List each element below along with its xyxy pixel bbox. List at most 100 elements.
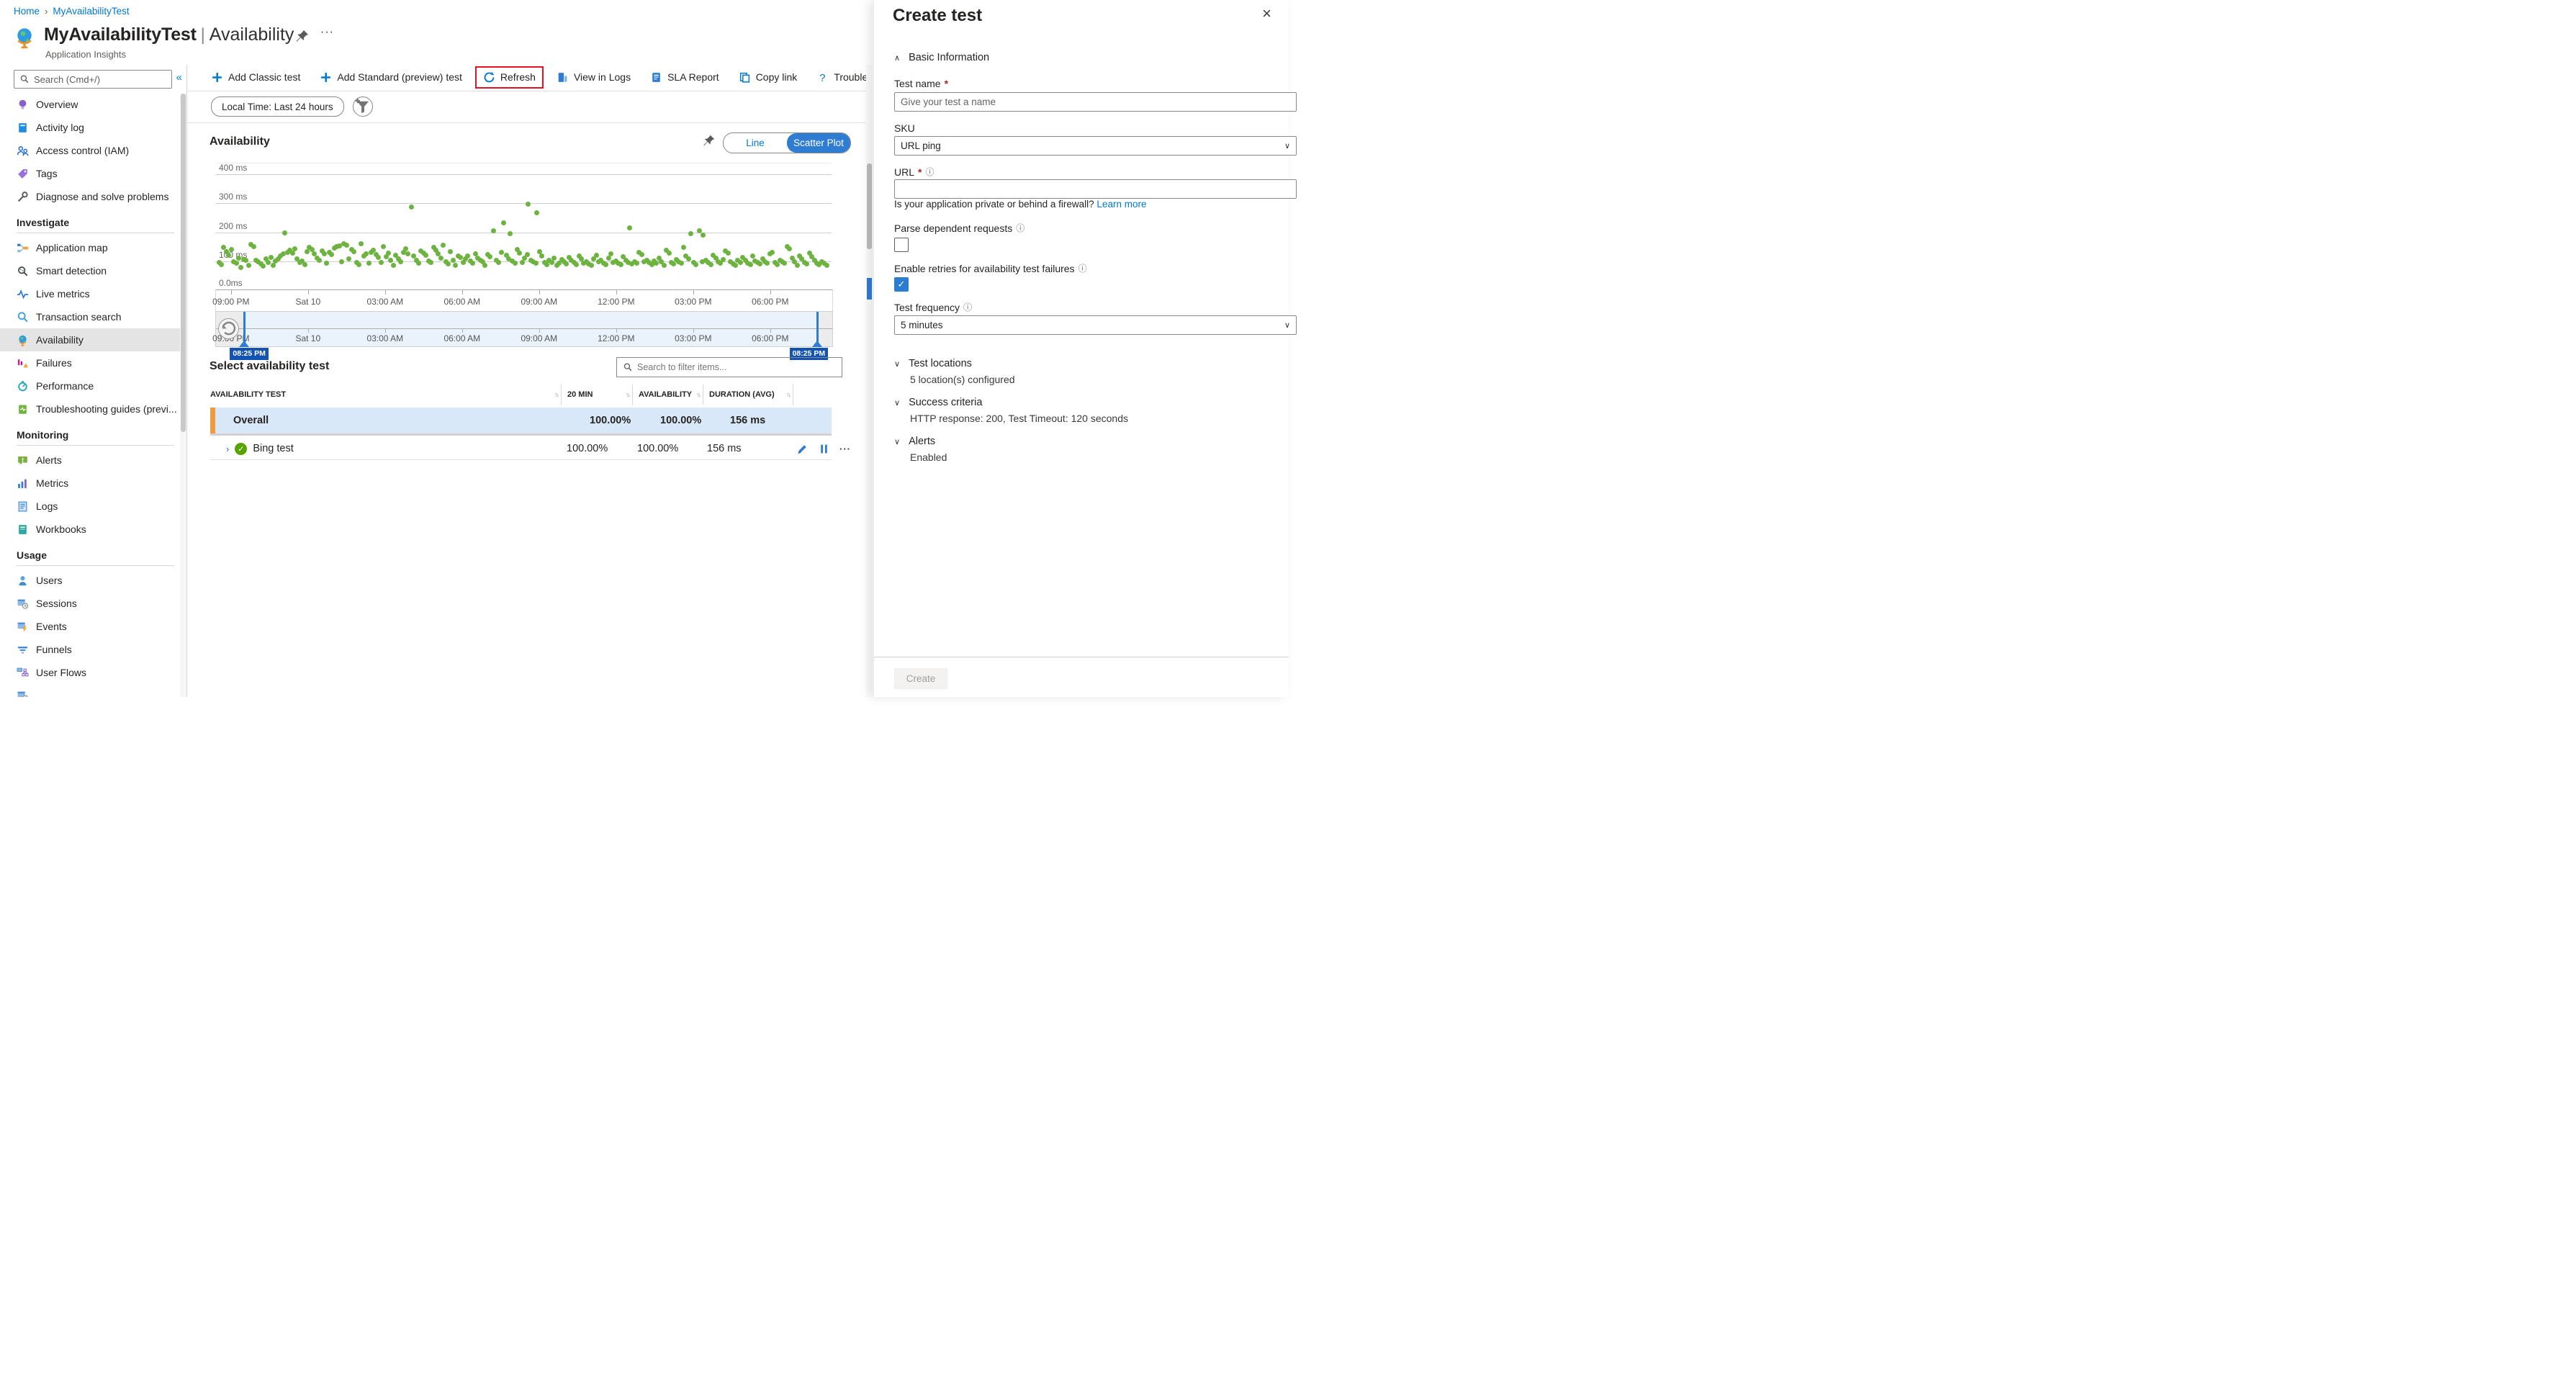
sla-report-button[interactable]: SLA Report — [650, 71, 719, 84]
sidebar-item-funnels[interactable]: Funnels — [0, 638, 180, 661]
sku-select[interactable]: URL ping ∨ — [894, 136, 1297, 156]
sort-icons[interactable]: ↑↓ — [626, 391, 632, 398]
sidebar-item-application-map[interactable]: Application map — [0, 236, 180, 259]
info-icon[interactable]: ⓘ — [963, 301, 972, 313]
test-locations-section-toggle[interactable]: ∨Test locations — [894, 358, 972, 369]
main-scrollbar[interactable] — [866, 65, 873, 697]
sidebar-item-label: Availability — [36, 334, 84, 346]
smart-detection-icon — [17, 265, 29, 277]
sidebar-item-access-control-iam[interactable]: Access control (IAM) — [0, 139, 180, 162]
brush-tick-label: 09:00 AM — [521, 333, 557, 343]
sidebar-item-events[interactable]: Events — [0, 615, 180, 638]
test-frequency-select[interactable]: 5 minutes ∨ — [894, 315, 1297, 335]
sidebar-item-metrics[interactable]: Metrics — [0, 472, 180, 495]
time-range-brush[interactable]: 09:00 PMSat 1003:00 AM06:00 AM09:00 AM12… — [215, 311, 833, 347]
column-header-availability-test[interactable]: AVAILABILITY TEST↑↓ — [210, 385, 562, 405]
sidebar-menu: OverviewActivity logAccess control (IAM)… — [0, 93, 180, 697]
edit-pencil-icon[interactable] — [796, 443, 809, 455]
refresh-button[interactable]: Refresh — [475, 66, 544, 89]
info-icon[interactable]: ⓘ — [925, 166, 934, 178]
add-standard-preview-test-button[interactable]: Add Standard (preview) test — [320, 71, 462, 84]
enable-retries-checkbox[interactable]: ✓ — [894, 277, 909, 292]
breadcrumb-item[interactable]: Home — [14, 6, 40, 17]
scatter-point — [482, 263, 487, 268]
scatter-point — [795, 263, 800, 268]
sidebar-item-activity-log[interactable]: Activity log — [0, 116, 180, 139]
brush-triangle-right[interactable] — [812, 341, 822, 347]
row-more-icon[interactable]: ··· — [839, 444, 851, 454]
sidebar-item-tags[interactable]: Tags — [0, 162, 180, 185]
pause-icon[interactable] — [818, 443, 830, 455]
sidebar-item-logs[interactable]: Logs — [0, 495, 180, 518]
scatter-point — [679, 261, 684, 266]
view-in-logs-button[interactable]: View in Logs — [557, 71, 631, 84]
parse-dependent-requests-checkbox[interactable] — [894, 238, 909, 252]
sidebar-collapse-button[interactable]: « — [176, 71, 182, 84]
info-icon[interactable]: ⓘ — [1016, 222, 1024, 234]
sort-icons[interactable]: ↑↓ — [696, 391, 703, 398]
person-icon — [17, 575, 29, 587]
copy-icon — [739, 71, 751, 84]
test-name-input[interactable]: Give your test a name — [894, 92, 1297, 112]
close-icon[interactable]: × — [1262, 6, 1271, 22]
table-title: Select availability test — [210, 360, 329, 373]
brush-reset-button[interactable] — [218, 318, 239, 339]
app-map-icon — [17, 242, 29, 254]
learn-more-link[interactable]: Learn more — [1096, 199, 1146, 210]
column-header-duration-avg-[interactable]: DURATION (AVG)↑↓ — [703, 385, 793, 405]
sidebar-item-live-metrics[interactable]: Live metrics — [0, 282, 180, 305]
copy-link-button[interactable]: Copy link — [739, 71, 798, 84]
alerts-section-toggle[interactable]: ∨Alerts — [894, 436, 935, 447]
failures-icon — [17, 357, 29, 369]
create-button[interactable]: Create — [894, 668, 947, 689]
table-row-bing-test[interactable]: ›✓Bing test100.00%100.00%156 ms··· — [210, 438, 832, 460]
scatter-point — [639, 252, 644, 257]
search-input[interactable]: Search (Cmd+/) — [14, 70, 172, 89]
sidebar-item-users[interactable]: Users — [0, 569, 180, 592]
row-expander-icon[interactable]: › — [226, 444, 229, 454]
add-filter-icon[interactable] — [353, 96, 373, 117]
chart-pin-icon[interactable] — [703, 134, 716, 147]
sort-icons[interactable]: ↑↓ — [554, 391, 561, 398]
success-criteria-section-toggle[interactable]: ∨Success criteria — [894, 397, 982, 408]
sidebar-item-overview[interactable]: Overview — [0, 93, 180, 116]
scatter-point — [770, 250, 775, 255]
sidebar-item-diagnose-and-solve-problems[interactable]: Diagnose and solve problems — [0, 185, 180, 208]
sidebar-item-performance[interactable]: Performance — [0, 374, 180, 397]
add-classic-test-button[interactable]: Add Classic test — [211, 71, 300, 84]
y-axis-label: 200 ms — [219, 221, 247, 231]
sidebar-item-transaction-search[interactable]: Transaction search — [0, 305, 180, 328]
sidebar-item-availability[interactable]: Availability — [0, 328, 180, 351]
sidebar-item-alerts[interactable]: Alerts — [0, 449, 180, 472]
metrics-icon — [17, 477, 29, 490]
search-placeholder: Search (Cmd+/) — [34, 74, 100, 85]
sidebar-item-smart-detection[interactable]: Smart detection — [0, 259, 180, 282]
sidebar-item-troubleshooting-guides-previ[interactable]: Troubleshooting guides (previ... — [0, 397, 180, 421]
scatter-point — [667, 251, 672, 256]
sidebar-item-partial[interactable] — [0, 684, 180, 697]
column-header-20-min[interactable]: 20 MIN↑↓ — [562, 385, 633, 405]
brush-triangle-left[interactable] — [239, 341, 249, 347]
url-input[interactable] — [894, 179, 1297, 199]
time-range-pill[interactable]: Local Time: Last 24 hours — [211, 96, 344, 117]
sidebar-item-failures[interactable]: Failures — [0, 351, 180, 374]
toggle-option-line[interactable]: Line — [724, 133, 787, 153]
sidebar-scrollbar-thumb[interactable] — [181, 94, 186, 432]
sidebar-item-workbooks[interactable]: Workbooks — [0, 518, 180, 541]
breadcrumb-item[interactable]: MyAvailabilityTest — [53, 6, 129, 17]
sort-icons[interactable]: ↑↓ — [786, 391, 793, 398]
scatter-point — [344, 243, 349, 248]
main-scrollbar-thumb[interactable] — [867, 163, 872, 249]
sidebar-item-label: Logs — [36, 500, 58, 512]
toggle-option-scatter-plot[interactable]: Scatter Plot — [787, 133, 850, 153]
basic-information-section-toggle[interactable]: ∧ Basic Information — [894, 52, 989, 63]
column-header-availability[interactable]: AVAILABILITY↑↓ — [633, 385, 703, 405]
table-filter-input[interactable]: Search to filter items... — [616, 357, 842, 377]
info-icon[interactable]: ⓘ — [1078, 262, 1087, 274]
sidebar-item-user-flows[interactable]: User Flows — [0, 661, 180, 684]
toolbar-button-label: Add Classic test — [228, 71, 300, 83]
sidebar-scrollbar[interactable] — [180, 94, 186, 697]
chevron-down-icon: ∨ — [894, 437, 900, 446]
sidebar-item-sessions[interactable]: Sessions — [0, 592, 180, 615]
table-row-overall[interactable]: Overall100.00%100.00%156 ms — [210, 408, 832, 436]
